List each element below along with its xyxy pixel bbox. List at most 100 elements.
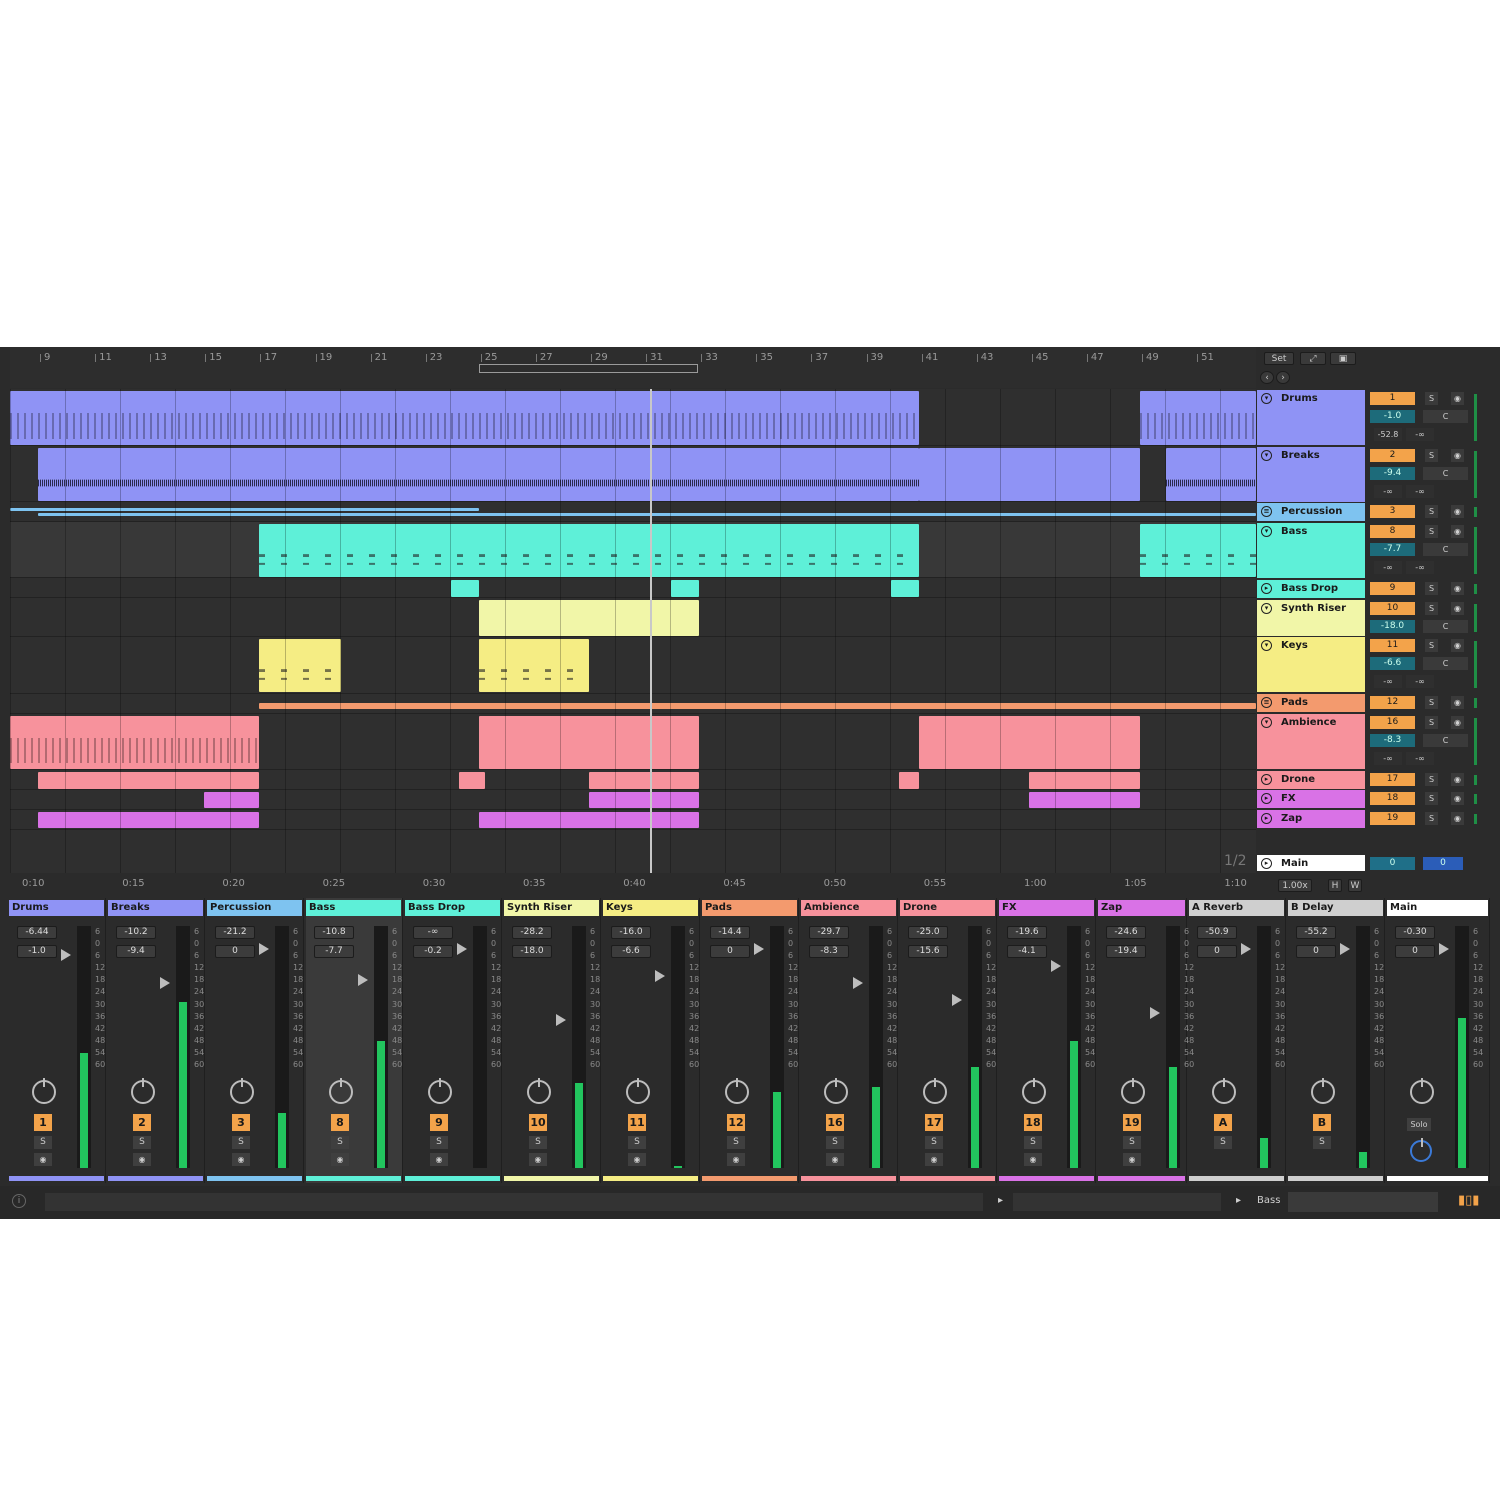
fold-icon[interactable]: ▾	[1261, 717, 1272, 728]
track-activator[interactable]: 19	[1123, 1114, 1141, 1131]
track-header[interactable]: ▸ Main	[1257, 855, 1365, 871]
solo-button[interactable]: S	[1024, 1136, 1042, 1149]
fader-handle[interactable]	[358, 974, 368, 986]
expand-icon[interactable]: ⤢	[1300, 352, 1326, 365]
solo-button[interactable]: S	[1425, 773, 1438, 786]
solo-button[interactable]: S	[1214, 1136, 1232, 1149]
track-activator[interactable]: 9	[430, 1114, 448, 1131]
track-header[interactable]: ▸ Drone	[1257, 771, 1365, 789]
arm-icon[interactable]: ◉	[1123, 1153, 1141, 1166]
channel-name[interactable]: Drums	[9, 900, 104, 916]
solo-button[interactable]: S	[133, 1136, 151, 1149]
solo-button[interactable]: S	[925, 1136, 943, 1149]
solo-button[interactable]: S	[34, 1136, 52, 1149]
clip-zap-1[interactable]	[38, 812, 259, 828]
volume-value[interactable]: -18.0	[512, 945, 552, 958]
track-activator[interactable]: 12	[1370, 696, 1415, 709]
zoom-level[interactable]: 1.00x	[1278, 879, 1312, 892]
arm-icon[interactable]: ◉	[133, 1153, 151, 1166]
solo-button[interactable]: S	[1123, 1136, 1141, 1149]
arm-icon[interactable]: ◉	[925, 1153, 943, 1166]
channel-name[interactable]: A Reverb	[1189, 900, 1284, 916]
pan-knob[interactable]	[131, 1078, 155, 1104]
fold-icon[interactable]: ≡	[1261, 697, 1272, 708]
track-activator[interactable]: 1	[34, 1114, 52, 1131]
track-volume[interactable]: -8.3	[1370, 734, 1415, 747]
time-ruler[interactable]: 0:10 0:15 0:20 0:25 0:30 0:35 0:40 0:45 0:50 0:55…	[10, 873, 1256, 895]
track-activator[interactable]: 18	[1370, 792, 1415, 805]
volume-value[interactable]: 0	[215, 945, 255, 958]
clip-fx-2[interactable]	[589, 792, 699, 808]
fold-icon[interactable]: ▸	[1261, 858, 1272, 869]
clip-drums-1[interactable]	[10, 391, 919, 445]
channel-name[interactable]: Bass	[306, 900, 401, 916]
fold-icon[interactable]: ▾	[1261, 450, 1272, 461]
fader-handle[interactable]	[1150, 1007, 1160, 1019]
track-activator[interactable]: 12	[727, 1114, 745, 1131]
volume-fader[interactable]	[473, 926, 487, 1168]
channel-name[interactable]: Main	[1387, 900, 1488, 916]
w-button[interactable]: W	[1348, 879, 1362, 892]
fader-handle[interactable]	[655, 970, 665, 982]
track-activator[interactable]: 17	[925, 1114, 943, 1131]
track-pan[interactable]: C	[1423, 467, 1468, 480]
arm-icon[interactable]: ◉	[1451, 602, 1464, 615]
solo-button[interactable]: S	[1425, 696, 1438, 709]
arm-icon[interactable]: ◉	[1451, 792, 1464, 805]
main-volume[interactable]: 0	[1423, 857, 1463, 870]
cue-volume-knob[interactable]	[1410, 1138, 1432, 1162]
arm-icon[interactable]: ◉	[430, 1153, 448, 1166]
track-header[interactable]: ▾ Keys	[1257, 637, 1365, 692]
clip-drone-3[interactable]	[589, 772, 699, 789]
track-header[interactable]: ≡ Percussion	[1257, 503, 1365, 521]
track-activator[interactable]: 16	[826, 1114, 844, 1131]
clip-keys-1[interactable]	[259, 639, 341, 692]
track-header[interactable]: ▸ FX	[1257, 790, 1365, 808]
solo-button[interactable]: S	[430, 1136, 448, 1149]
clip-ambience-1[interactable]	[10, 716, 259, 769]
arm-icon[interactable]: ◉	[1451, 505, 1464, 518]
channel-name[interactable]: Drone	[900, 900, 995, 916]
solo-button[interactable]: S	[1425, 639, 1438, 652]
solo-button[interactable]: S	[1425, 505, 1438, 518]
fader-handle[interactable]	[1340, 943, 1350, 955]
fold-icon[interactable]: ▸	[1261, 583, 1272, 594]
pan-knob[interactable]	[230, 1078, 254, 1104]
track-activator[interactable]: 11	[628, 1114, 646, 1131]
solo-button[interactable]: S	[1425, 716, 1438, 729]
solo-button[interactable]: S	[727, 1136, 745, 1149]
arm-icon[interactable]: ◉	[1451, 716, 1464, 729]
arm-icon[interactable]: ◉	[727, 1153, 745, 1166]
fader-handle[interactable]	[61, 949, 71, 961]
clip-bass-drop-3[interactable]	[891, 580, 919, 597]
device-chain-overview[interactable]	[1288, 1192, 1438, 1212]
volume-value[interactable]: -6.6	[611, 945, 651, 958]
clip-drone-4[interactable]	[899, 772, 919, 789]
clip-keys-2[interactable]	[479, 639, 589, 692]
arm-icon[interactable]: ◉	[826, 1153, 844, 1166]
fader-handle[interactable]	[1051, 960, 1061, 972]
track-activator[interactable]: 8	[331, 1114, 349, 1131]
track-activator[interactable]: B	[1313, 1114, 1331, 1131]
channel-name[interactable]: Ambience	[801, 900, 896, 916]
track-volume[interactable]: -18.0	[1370, 620, 1415, 633]
channel-name[interactable]: Bass Drop	[405, 900, 500, 916]
solo-cue-button[interactable]: Solo	[1407, 1118, 1431, 1131]
solo-button[interactable]: S	[1425, 792, 1438, 805]
volume-value[interactable]: 0	[710, 945, 750, 958]
fader-handle[interactable]	[1241, 943, 1251, 955]
back-icon[interactable]: ‹	[1260, 371, 1274, 384]
clip-drums-2[interactable]	[1140, 391, 1256, 445]
pan-knob[interactable]	[329, 1078, 353, 1104]
channel-name[interactable]: Keys	[603, 900, 698, 916]
track-activator[interactable]: 8	[1370, 525, 1415, 538]
track-volume[interactable]: -9.4	[1370, 467, 1415, 480]
pan-knob[interactable]	[725, 1078, 749, 1104]
fader-handle[interactable]	[160, 977, 170, 989]
arm-icon[interactable]: ◉	[628, 1153, 646, 1166]
volume-value[interactable]: 0	[1395, 945, 1435, 958]
fold-icon[interactable]: ▸	[1261, 813, 1272, 824]
solo-button[interactable]: S	[1425, 812, 1438, 825]
arm-icon[interactable]: ◉	[34, 1153, 52, 1166]
track-activator[interactable]: 18	[1024, 1114, 1042, 1131]
